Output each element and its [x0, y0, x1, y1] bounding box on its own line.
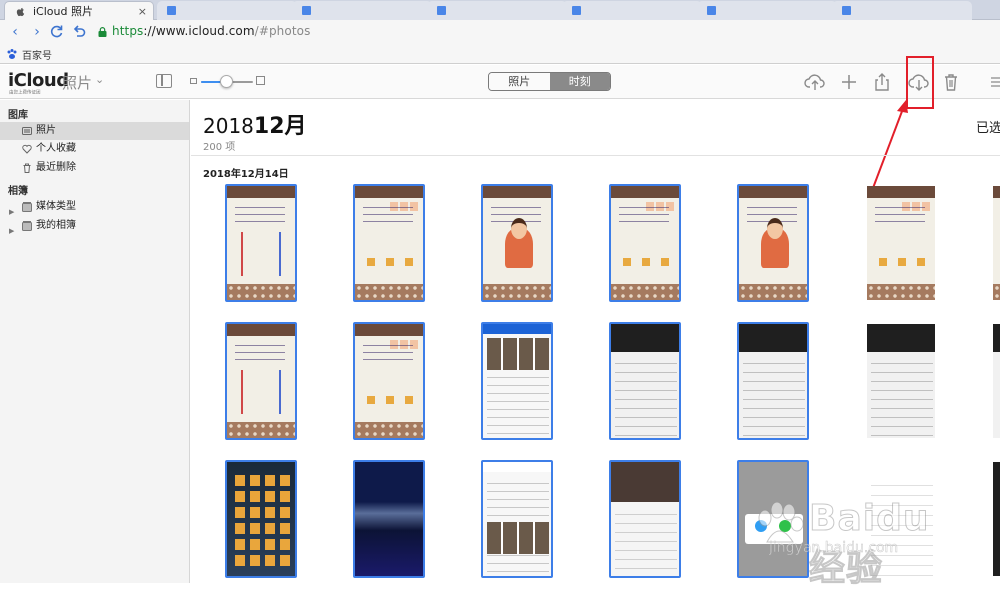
photo-thumbnail[interactable] — [865, 184, 937, 302]
photo-thumbnail[interactable] — [737, 184, 809, 302]
back-icon[interactable]: ‹ — [6, 23, 24, 41]
background-tab[interactable] — [832, 1, 972, 20]
sidebar-item-photos[interactable]: 照片 — [0, 122, 189, 140]
photo-thumbnail[interactable] — [353, 460, 425, 578]
icloud-logo[interactable]: iCloud — [8, 70, 69, 91]
photo-thumbnail[interactable] — [481, 460, 553, 578]
month-header: 201812月 — [203, 108, 307, 140]
sidebar-item-favorites[interactable]: 个人收藏 — [0, 140, 189, 158]
add-icon[interactable] — [838, 71, 860, 93]
background-tab[interactable] — [427, 1, 567, 20]
baidu-paw-icon — [7, 49, 17, 59]
page-favicon-icon — [437, 6, 446, 15]
photo-thumbnail[interactable] — [991, 460, 1000, 578]
photo-thumbnail[interactable] — [991, 322, 1000, 440]
sidebar-item-label: 个人收藏 — [36, 143, 76, 154]
trash-icon — [23, 163, 31, 173]
sidebar-item-label: 最近删除 — [36, 162, 76, 173]
photo-thumbnail[interactable] — [225, 460, 297, 578]
photo-thumbnail[interactable] — [609, 322, 681, 440]
bookmarks-bar: 百家号 — [0, 44, 1000, 64]
page-favicon-icon — [572, 6, 581, 15]
page-favicon-icon — [167, 6, 176, 15]
sidebar-item-label: 媒体类型 — [36, 201, 76, 212]
photo-thumbnail[interactable] — [225, 184, 297, 302]
address-bar: ‹ › https://www.icloud.com/#photos — [0, 20, 1000, 44]
photo-thumbnail[interactable] — [737, 322, 809, 440]
page-favicon-icon — [302, 6, 311, 15]
year-label: 2018 — [203, 114, 254, 138]
watermark-url: jingyan.baidu.com — [769, 540, 899, 557]
upload-icon[interactable] — [804, 71, 826, 93]
library-header: 图库 — [8, 110, 28, 121]
divider — [191, 155, 1000, 156]
lock-icon — [98, 27, 107, 37]
zoom-out-icon[interactable] — [190, 78, 197, 84]
tab-title: iCloud 照片 — [33, 5, 93, 18]
chevron-down-icon[interactable]: ⌄ — [95, 73, 104, 86]
background-tab[interactable] — [562, 1, 702, 20]
photo-thumbnail[interactable] — [353, 184, 425, 302]
sidebar-item-my-albums[interactable]: ▶ 我的相簿 — [0, 217, 189, 235]
sidebar-item-media-types[interactable]: ▶ 媒体类型 — [0, 198, 189, 216]
segment-photos[interactable]: 照片 — [489, 73, 550, 90]
month-label: 12月 — [253, 114, 307, 139]
photo-thumbnail[interactable] — [481, 184, 553, 302]
share-icon[interactable] — [871, 71, 893, 93]
photo-thumbnail[interactable] — [991, 184, 1000, 302]
photo-thumbnail[interactable] — [609, 460, 681, 578]
photo-thumbnail[interactable] — [865, 322, 937, 440]
sidebar-toggle-icon[interactable] — [156, 74, 172, 88]
page-favicon-icon — [842, 6, 851, 15]
segment-moments[interactable]: 时刻 — [549, 73, 610, 90]
heart-icon — [22, 144, 32, 154]
trash-icon[interactable] — [940, 71, 962, 93]
reload-icon[interactable] — [50, 24, 64, 38]
disclosure-triangle-icon[interactable]: ▶ — [9, 222, 14, 240]
brand-subtitle: 由您上费传证团 — [9, 89, 41, 96]
app-switcher[interactable]: 照片 — [62, 72, 92, 93]
photo-thumbnail[interactable] — [225, 322, 297, 440]
sidebar-item-recently-deleted[interactable]: 最近删除 — [0, 159, 189, 177]
icloud-toolbar: iCloud 照片 ⌄ 由您上费传证团 照片 时刻 — [0, 65, 1000, 99]
url-field[interactable]: https://www.icloud.com/#photos — [112, 24, 310, 38]
albums-header: 相簿 — [8, 186, 28, 197]
selection-status: 已选 — [976, 121, 1000, 136]
undo-icon[interactable] — [72, 24, 86, 38]
tab-close-icon[interactable]: × — [138, 2, 147, 20]
photo-thumbnail[interactable] — [481, 322, 553, 440]
zoom-slider-handle[interactable] — [220, 75, 233, 88]
apple-icon — [16, 7, 25, 17]
photo-thumbnail[interactable] — [353, 322, 425, 440]
page-favicon-icon — [707, 6, 716, 15]
forward-icon[interactable]: › — [28, 23, 46, 41]
tab-icloud-photos[interactable]: iCloud 照片 × — [4, 1, 154, 20]
background-tab[interactable] — [697, 1, 837, 20]
browser-tabstrip: iCloud 照片 × — [0, 0, 1000, 20]
photos-icon — [22, 127, 32, 135]
moment-date-label: 2018年12月14日 — [203, 169, 289, 180]
more-icon[interactable] — [988, 71, 1000, 93]
album-icon — [22, 221, 32, 231]
item-count: 200 项 — [203, 142, 236, 153]
sidebar-item-label: 我的相簿 — [36, 220, 76, 231]
bookmark-baijiahao[interactable]: 百家号 — [6, 47, 52, 62]
photo-thumbnail[interactable] — [609, 184, 681, 302]
background-tab[interactable] — [157, 1, 297, 20]
album-icon — [22, 202, 32, 212]
background-tab[interactable] — [292, 1, 432, 20]
baidu-jingyan-watermark: Baidu 经验 jingyan.baidu.com — [755, 498, 970, 590]
view-segmented-control: 照片 时刻 — [488, 72, 611, 91]
zoom-in-icon[interactable] — [256, 76, 265, 85]
sidebar: 图库 照片 个人收藏 最近删除 相簿 ▶ 媒体类型 ▶ 我的相簿 — [0, 100, 190, 583]
sidebar-item-label: 照片 — [36, 125, 56, 136]
